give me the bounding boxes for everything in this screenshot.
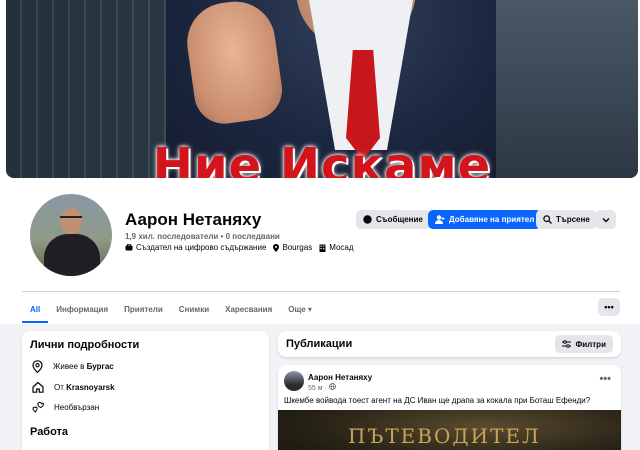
work-section-title: Работа: [30, 426, 69, 438]
profile-avatar[interactable]: [27, 191, 115, 279]
message-button[interactable]: Съобщение: [356, 210, 430, 229]
detail-from-value[interactable]: Krasnoyarsk: [66, 383, 114, 392]
meta-role-label: Създател на цифрово съдържание: [136, 243, 267, 252]
tab-likes[interactable]: Харесвания: [217, 296, 280, 322]
detail-relationship: Необвързан: [32, 401, 99, 413]
post-text: Шкембе войвода тоест агент на ДС Иван ще…: [284, 396, 591, 405]
post-time-label: 55 м ·: [308, 385, 327, 392]
add-friend-button[interactable]: Добавяне на приятел: [428, 210, 542, 229]
pin-icon: [32, 360, 43, 373]
search-icon: [543, 215, 552, 224]
tabs-more-button[interactable]: •••: [598, 298, 620, 316]
more-actions-button[interactable]: [596, 210, 616, 229]
add-friend-icon: [435, 215, 445, 224]
avatar-body: [44, 234, 100, 276]
sliders-icon: [562, 340, 572, 348]
profile-tabs: All Информация Приятели Снимки Харесвани…: [22, 296, 320, 323]
home-icon: [32, 381, 44, 393]
avatar-image: [30, 194, 112, 276]
tab-friends[interactable]: Приятели: [116, 296, 171, 322]
avatar-glasses: [60, 216, 82, 221]
post-image[interactable]: ПЪТЕВОДИТЕЛ: [278, 410, 621, 450]
detail-from: От Krasnoyarsk: [32, 381, 115, 393]
profile-meta: Създател на цифрово съдържание Bourgas М…: [125, 243, 354, 252]
globe-icon: [328, 383, 336, 390]
search-button[interactable]: Търсене: [536, 210, 597, 229]
add-friend-button-label: Добавяне на приятел: [449, 215, 535, 224]
post-menu-button[interactable]: •••: [599, 373, 611, 385]
meta-city: Bourgas: [273, 243, 312, 252]
profile-name: Аарон Нетаняху: [125, 210, 262, 229]
header-divider: [22, 291, 620, 292]
post-author-name[interactable]: Аарон Нетаняху: [308, 373, 372, 382]
meta-work-label[interactable]: Мосад: [329, 243, 353, 252]
tab-photos[interactable]: Снимки: [171, 296, 217, 322]
posts-title: Публикации: [286, 338, 353, 350]
tab-all[interactable]: All: [22, 296, 49, 323]
meta-role: Създател на цифрово съдържание: [125, 243, 266, 252]
building-icon: [319, 244, 326, 252]
message-button-label: Съобщение: [376, 215, 423, 224]
post-image-caption: ПЪТЕВОДИТЕЛ: [348, 424, 541, 448]
detail-lives-in: Живее в Бургас: [32, 360, 114, 373]
detail-from-text: От Krasnoyarsk: [54, 383, 115, 392]
post-timestamp[interactable]: 55 м ·: [308, 383, 336, 392]
detail-lives-in-text: Живее в Бургас: [53, 362, 114, 371]
search-button-label: Търсене: [556, 215, 590, 224]
chevron-down-icon: [602, 217, 610, 223]
avatar-head: [60, 208, 82, 234]
detail-relationship-text: Необвързан: [54, 402, 100, 412]
followers-count[interactable]: 1,9 хил. последователи • 0 последвани: [125, 232, 280, 241]
detail-from-prefix: От: [54, 382, 67, 392]
hearts-icon: [32, 401, 44, 413]
posts-header-card: Публикации Филтри: [278, 331, 621, 357]
personal-details-title: Лични подробности: [30, 339, 140, 351]
tab-info[interactable]: Информация: [48, 296, 116, 322]
meta-work: Мосад: [319, 243, 354, 252]
cover-caption: Ние Искаме: [152, 138, 492, 178]
post-author-avatar[interactable]: [284, 371, 304, 391]
personal-details-card: Лични подробности Живее в Бургас От Kras…: [22, 331, 269, 450]
filters-button-label: Филтри: [575, 339, 606, 349]
tab-more[interactable]: Още ▾: [280, 296, 320, 322]
meta-city-label[interactable]: Bourgas: [282, 243, 312, 252]
detail-lives-in-value[interactable]: Бургас: [87, 362, 114, 371]
post-card: Аарон Нетаняху 55 м · ••• Шкембе войвода…: [278, 365, 621, 450]
cover-photo[interactable]: Ние Искаме: [6, 0, 638, 178]
messenger-icon: [363, 215, 372, 224]
briefcase-icon: [125, 244, 133, 251]
location-icon: [273, 243, 280, 252]
filters-button[interactable]: Филтри: [555, 335, 613, 353]
detail-lives-in-prefix: Живее в: [53, 362, 87, 371]
